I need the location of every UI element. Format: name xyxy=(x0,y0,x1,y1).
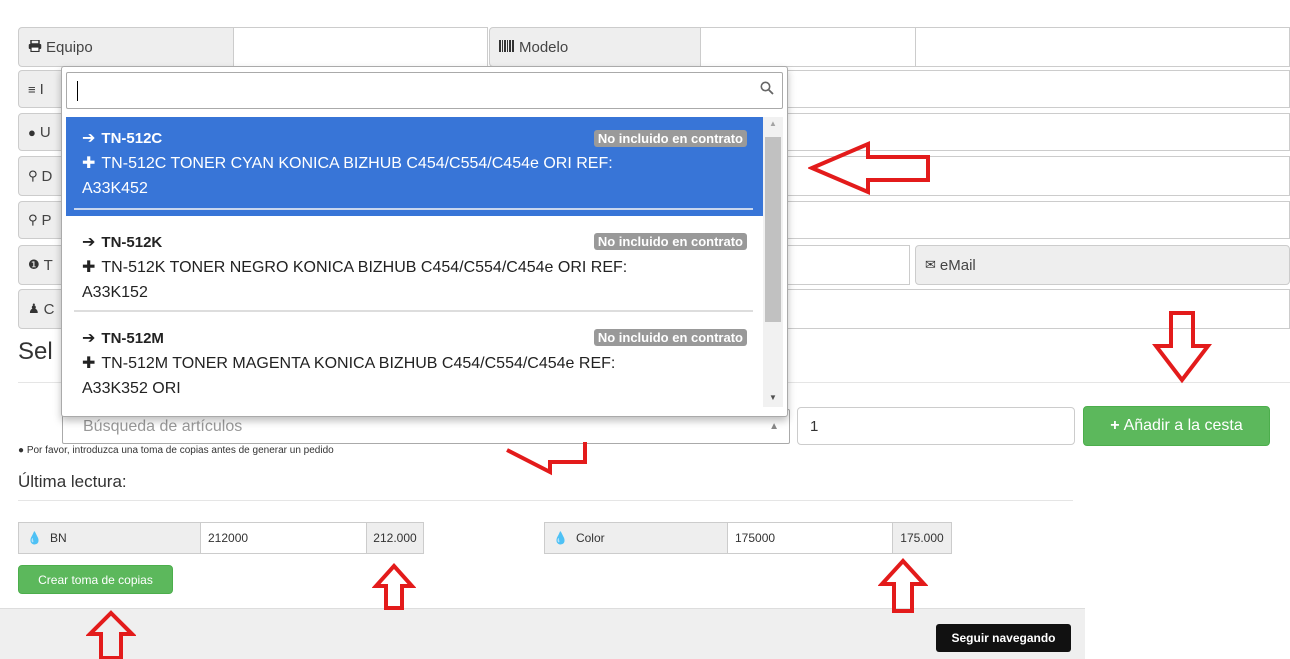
result-item[interactable]: ➔ TN-512K No incluido en contrato ✚ TN-512… xyxy=(66,216,763,312)
color-input[interactable]: 175000 xyxy=(727,522,893,554)
dropdown-search-input[interactable] xyxy=(66,72,783,109)
barcode-icon xyxy=(499,39,515,55)
annotation-arrow-up xyxy=(878,558,928,613)
scroll-up-icon[interactable]: ▲ xyxy=(769,119,777,128)
globe-icon: ● xyxy=(28,124,36,140)
continue-browsing-button[interactable]: Seguir navegando xyxy=(936,624,1071,652)
annotation-arrow-up xyxy=(86,610,136,659)
map-marker-icon: ⚲ xyxy=(28,212,38,227)
envelope-icon: ✉ xyxy=(925,257,936,272)
contract-badge: No incluido en contrato xyxy=(593,329,747,346)
contract-badge: No incluido en contrato xyxy=(593,233,747,250)
drop-icon: 💧 xyxy=(27,531,42,545)
info-icon: ❶ xyxy=(28,257,40,272)
equipo-value[interactable] xyxy=(233,27,488,67)
equipo-label: Equipo xyxy=(18,27,234,67)
row-p-value[interactable] xyxy=(785,201,1290,239)
add-to-cart-button[interactable]: + Añadir a la cesta xyxy=(1083,406,1270,446)
row-c-value[interactable] xyxy=(785,289,1290,329)
plus-icon: ✚ xyxy=(82,355,96,372)
scrollbar-thumb[interactable] xyxy=(765,137,781,322)
footer-bar xyxy=(0,608,1085,659)
lectura-title: Última lectura: xyxy=(18,472,127,491)
modelo-extra[interactable] xyxy=(915,27,1290,67)
annotation-arrow-up xyxy=(372,563,416,610)
search-icon xyxy=(760,81,774,100)
email-label: ✉ eMail xyxy=(915,245,1290,285)
modelo-value[interactable] xyxy=(700,27,916,67)
contract-badge: No incluido en contrato xyxy=(593,130,747,147)
annotation-arrow-down xyxy=(1152,311,1212,384)
color-formatted: 175.000 xyxy=(892,522,952,554)
notice-text: ● Por favor, introduzca una toma de copi… xyxy=(18,445,334,456)
scroll-down-icon[interactable]: ▼ xyxy=(769,393,777,402)
arrow-right-icon: ➔ xyxy=(82,330,96,347)
row-i-value[interactable] xyxy=(785,70,1290,108)
annotation-arrow-left xyxy=(808,140,930,196)
info-icon: ● xyxy=(18,445,25,456)
arrow-right-icon: ➔ xyxy=(82,234,96,251)
result-separator xyxy=(74,208,753,210)
plus-icon: ✚ xyxy=(82,259,96,276)
create-copies-button[interactable]: Crear toma de copias xyxy=(18,565,173,594)
bn-label: 💧 BN xyxy=(18,522,201,554)
divider xyxy=(18,500,1073,501)
section-heading: Sel xyxy=(18,338,53,365)
list-icon: ≡ xyxy=(28,81,36,97)
bn-formatted: 212.000 xyxy=(366,522,424,554)
annotation-arrow-partial xyxy=(506,442,587,476)
caret-up-icon: ▲ xyxy=(769,421,779,432)
printer-icon xyxy=(28,38,42,55)
result-item[interactable]: ➔ TN-512M No incluido en contrato ✚ TN-512… xyxy=(66,312,763,407)
quantity-input[interactable]: 1 xyxy=(797,407,1075,445)
plus-icon: ✚ xyxy=(82,155,96,172)
select-dropdown: ➔ TN-512C No incluido en contrato ✚ TN-512… xyxy=(61,66,788,417)
dropdown-scrollbar[interactable]: ▲ ▼ xyxy=(763,117,783,407)
map-marker-icon: ⚲ xyxy=(28,168,38,183)
drop-icon: 💧 xyxy=(553,531,568,545)
color-label: 💧 Color xyxy=(544,522,728,554)
modelo-label: Modelo xyxy=(489,27,701,67)
arrow-right-icon: ➔ xyxy=(82,130,96,147)
plus-icon: + xyxy=(1110,417,1120,434)
row-t-value[interactable] xyxy=(785,245,910,285)
text-cursor xyxy=(77,81,78,101)
result-item[interactable]: ➔ TN-512C No incluido en contrato ✚ TN-512… xyxy=(66,117,763,216)
results-list: ➔ TN-512C No incluido en contrato ✚ TN-512… xyxy=(66,117,763,407)
user-icon: ♟ xyxy=(28,301,40,316)
bn-input[interactable]: 212000 xyxy=(200,522,367,554)
